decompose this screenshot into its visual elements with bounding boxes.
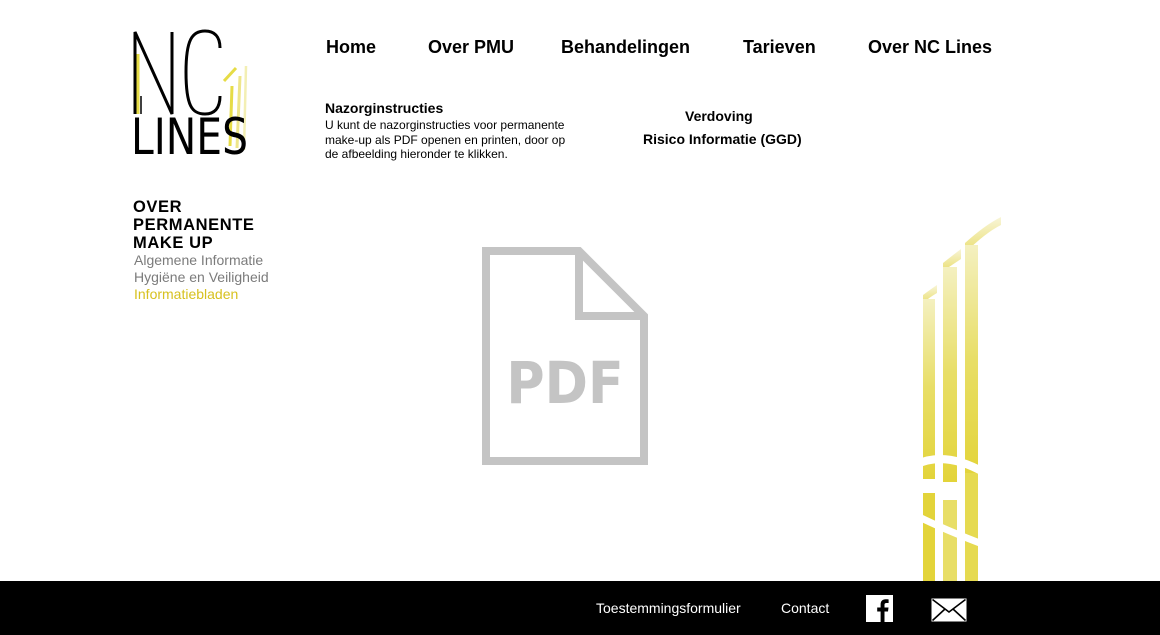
svg-text:LINES: LINES <box>131 108 248 161</box>
info-text: U kunt de nazorginstructies voor permane… <box>325 118 566 161</box>
nav-over-pmu[interactable]: Over PMU <box>428 37 514 58</box>
nc-lines-logo-icon: LINES <box>131 29 248 161</box>
footer-toestemmingsformulier-link[interactable]: Toestemmingsformulier <box>596 600 741 616</box>
sidebar-item-algemene-informatie[interactable]: Algemene Informatie <box>134 252 263 268</box>
sidebar-item-hygiene-en-veiligheid[interactable]: Hygiëne en Veiligheid <box>134 269 269 285</box>
pdf-download-link[interactable]: PDF <box>481 246 649 466</box>
mail-icon[interactable] <box>931 598 967 622</box>
risico-informatie-link[interactable]: Risico Informatie (GGD) <box>643 131 802 147</box>
nav-home[interactable]: Home <box>326 37 376 58</box>
pdf-label: PDF <box>506 349 623 417</box>
nav-over-nc-lines[interactable]: Over NC Lines <box>868 37 992 58</box>
verdoving-link[interactable]: Verdoving <box>685 108 753 124</box>
sidebar-heading: OVER PERMANENTE MAKE UP <box>133 198 255 252</box>
footer-contact-link[interactable]: Contact <box>781 600 829 616</box>
pdf-file-icon: PDF <box>482 247 648 465</box>
facebook-icon[interactable] <box>866 595 893 622</box>
nc-lines-logo[interactable]: LINES <box>128 26 258 161</box>
nav-behandelingen[interactable]: Behandelingen <box>561 37 690 58</box>
sidebar-item-informatiebladen[interactable]: Informatiebladen <box>134 286 238 302</box>
nav-tarieven[interactable]: Tarieven <box>743 37 816 58</box>
footer: Toestemmingsformulier Contact <box>0 581 1160 635</box>
info-title: Nazorginstructies <box>325 100 444 116</box>
decorative-stripes <box>913 215 1010 585</box>
